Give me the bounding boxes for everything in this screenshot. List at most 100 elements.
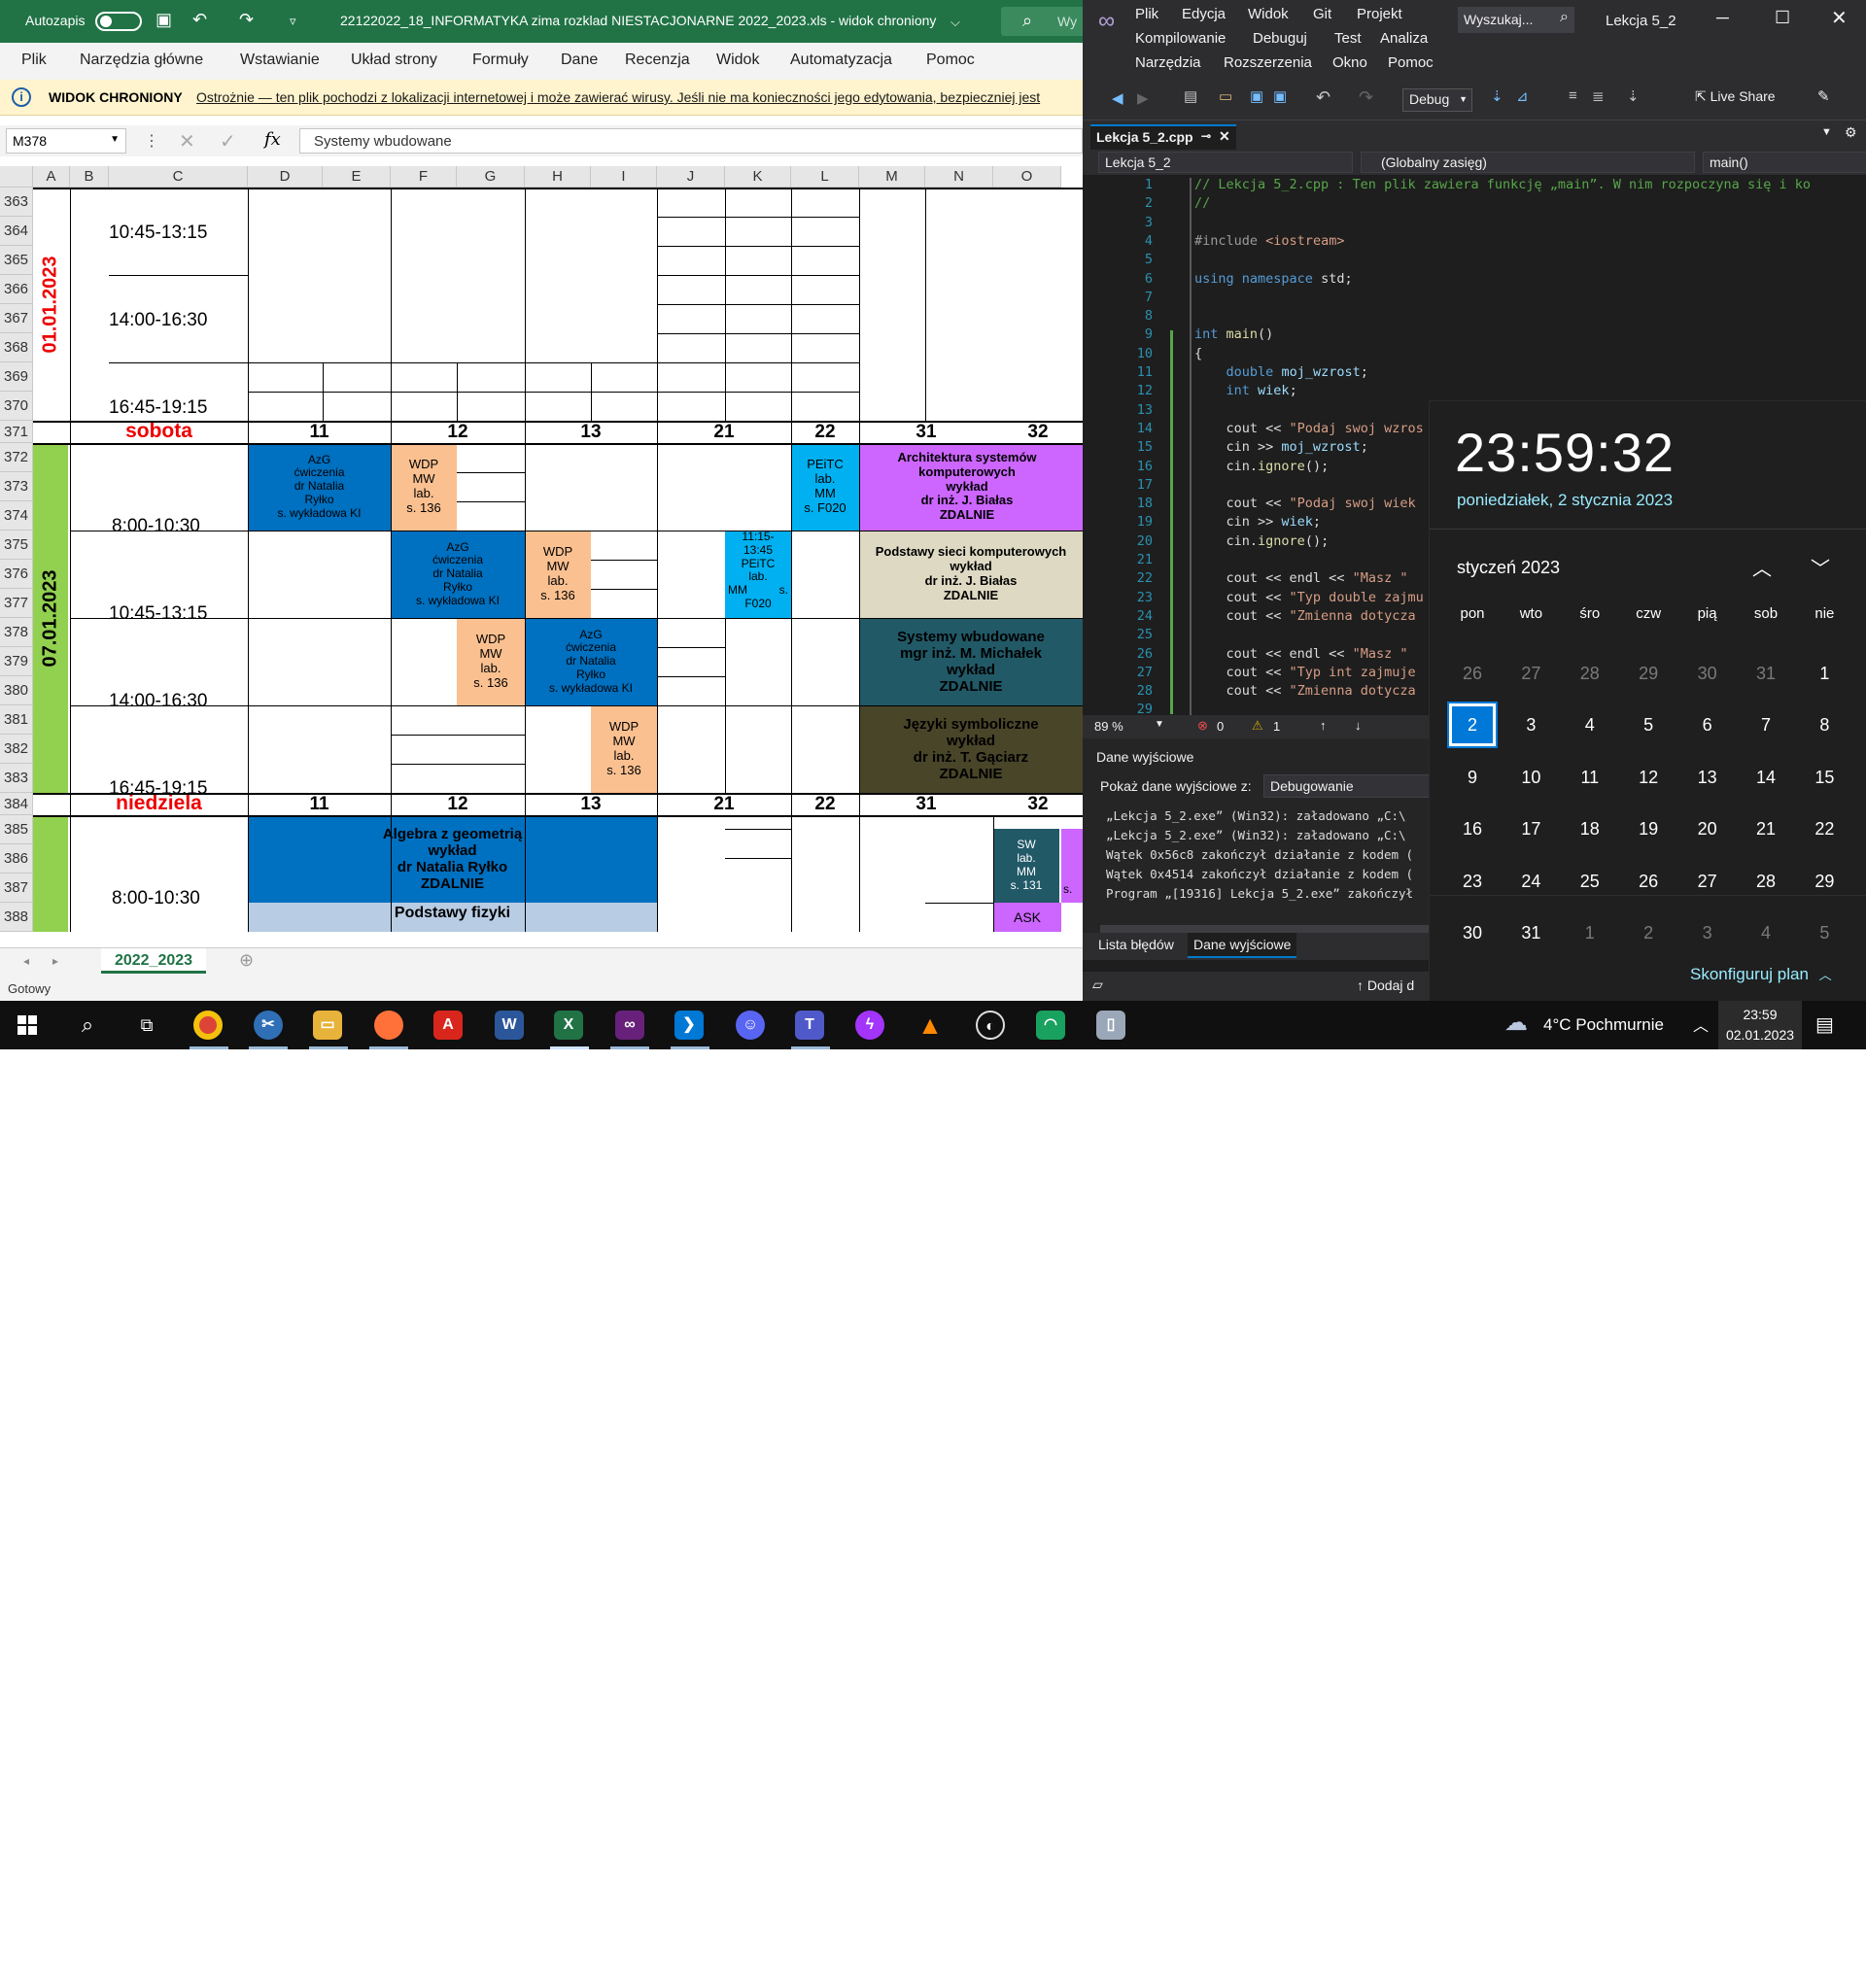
chrome-icon[interactable] xyxy=(193,1011,223,1040)
column-header[interactable]: A xyxy=(33,166,70,188)
calendar-day[interactable]: 31 xyxy=(1737,652,1795,695)
project-dropdown[interactable]: Lekcja 5_2 xyxy=(1098,152,1353,173)
row-header[interactable]: 377 xyxy=(0,589,33,618)
calendar-day[interactable]: 4 xyxy=(1737,911,1795,954)
column-header[interactable]: C xyxy=(109,166,248,188)
code-line[interactable]: // Lekcja 5_2.cpp : Ten plik zawiera fun… xyxy=(1194,177,1811,192)
code-line[interactable]: cin.ignore(); xyxy=(1194,533,1330,549)
back-icon[interactable]: ◀ xyxy=(1112,89,1123,107)
name-box[interactable]: M378 ▼ xyxy=(6,128,126,154)
enter-icon[interactable]: ✓ xyxy=(220,129,236,154)
taskbar-clock[interactable]: 23:59 02.01.2023 xyxy=(1718,1001,1802,1049)
pin-icon[interactable]: ⊸ xyxy=(1201,129,1211,143)
error-icon[interactable]: ⊗ xyxy=(1197,718,1208,734)
spreadsheet-grid[interactable]: A B C D E F G H I J K L M N O 363 364 365 3… xyxy=(0,166,1083,947)
step-icon[interactable]: ⇣ xyxy=(1491,87,1503,105)
code-line[interactable]: int wiek; xyxy=(1194,383,1297,398)
ribbon-tab-data[interactable]: Dane xyxy=(561,51,598,69)
column-header[interactable]: F xyxy=(391,166,457,188)
breakpoint-tool-icon[interactable]: ⊿ xyxy=(1516,87,1529,105)
calendar-day[interactable]: 20 xyxy=(1678,807,1737,850)
close-icon[interactable]: ✕ xyxy=(1219,128,1230,145)
file-explorer-icon[interactable]: ▭ xyxy=(313,1011,342,1040)
chevron-up-icon[interactable]: ︿ xyxy=(1752,553,1772,581)
code-line[interactable]: int main() xyxy=(1194,326,1273,342)
chevron-down-icon[interactable]: ▼ xyxy=(1821,126,1832,138)
code-line[interactable]: double moj_wzrost; xyxy=(1194,364,1368,380)
class-cell[interactable]: Algebra z geometrią wykład dr Natalia Ry… xyxy=(248,815,657,903)
app-green-icon[interactable]: ◠ xyxy=(1036,1011,1065,1040)
vscode-icon[interactable]: ❯ xyxy=(674,1011,704,1040)
row-header[interactable]: 369 xyxy=(0,362,33,392)
code-line[interactable]: cout << endl << "Masz " xyxy=(1194,570,1416,586)
calendar-day[interactable]: 28 xyxy=(1561,652,1619,695)
class-cell[interactable]: Języki symboliczne wykład dr inż. T. Gąc… xyxy=(859,705,1083,793)
calendar-day[interactable]: 11 xyxy=(1561,756,1619,799)
code-line[interactable]: cin >> wiek; xyxy=(1194,514,1322,530)
column-header[interactable]: H xyxy=(525,166,591,188)
horizontal-scrollbar[interactable] xyxy=(1100,925,1431,933)
row-header[interactable]: 386 xyxy=(0,844,33,874)
class-cell[interactable]: ASK xyxy=(993,903,1061,932)
scroll-left-icon[interactable]: ◂ xyxy=(23,954,29,968)
calendar-day[interactable]: 5 xyxy=(1795,911,1853,954)
column-header[interactable]: G xyxy=(457,166,525,188)
excel-file-title[interactable]: 22122022_18_INFORMATYKA zima rozklad NIE… xyxy=(340,13,936,28)
code-line[interactable]: // xyxy=(1194,195,1210,211)
chevron-up-icon[interactable]: ︿ xyxy=(1693,1012,1709,1036)
row-header[interactable]: 368 xyxy=(0,333,33,362)
row-header[interactable]: 367 xyxy=(0,304,33,333)
class-cell[interactable]: WDP MW lab. s. 136 xyxy=(391,443,457,531)
vs-search-box[interactable]: Wyszukaj... ⌕ xyxy=(1458,7,1574,33)
calendar-day[interactable]: 10 xyxy=(1502,756,1560,799)
search-icon[interactable]: ⌕ xyxy=(73,1011,102,1040)
calendar-day[interactable]: 2 xyxy=(1619,911,1677,954)
class-cell[interactable]: AzG ćwiczenia dr Natalia Ryłko s. wykład… xyxy=(525,618,657,705)
vs-menu-window[interactable]: Okno xyxy=(1332,54,1367,71)
row-header[interactable]: 380 xyxy=(0,676,33,705)
class-cell[interactable]: WDP MW lab. s. 136 xyxy=(457,618,525,705)
chevron-down-icon[interactable]: ﹀ xyxy=(1811,553,1830,581)
autosave-toggle[interactable] xyxy=(95,12,142,31)
row-header[interactable]: 387 xyxy=(0,874,33,903)
acrobat-icon[interactable]: A xyxy=(433,1011,463,1040)
group-number[interactable]: 12 xyxy=(391,421,525,443)
group-number[interactable]: 22 xyxy=(791,793,859,815)
insert-function-icon[interactable]: fx xyxy=(264,129,281,150)
column-header[interactable]: K xyxy=(725,166,791,188)
group-number[interactable]: 21 xyxy=(657,421,791,443)
ribbon-tab-formulas[interactable]: Formuły xyxy=(472,51,529,69)
arrow-up-icon[interactable]: ↑ xyxy=(1320,718,1327,733)
more-options-icon[interactable]: ⋮ xyxy=(144,131,159,151)
sheet-tab-active[interactable]: 2022_2023 xyxy=(101,948,206,974)
class-cell[interactable]: PEiTC lab. MM s. F020 xyxy=(791,443,859,531)
column-header[interactable]: N xyxy=(925,166,993,188)
ribbon-tab-view[interactable]: Widok xyxy=(716,51,759,69)
date-cell[interactable] xyxy=(33,815,68,932)
row-header[interactable]: 373 xyxy=(0,472,33,501)
calendar-day[interactable]: 8 xyxy=(1795,703,1853,746)
column-header[interactable]: J xyxy=(657,166,725,188)
tab-lekcja-cpp[interactable]: Lekcja 5_2.cpp ⊸ ✕ xyxy=(1090,124,1236,150)
notification-icon[interactable]: ▱ xyxy=(1092,977,1103,993)
chevron-down-icon[interactable]: ⌵ xyxy=(950,15,960,30)
ribbon-tab-file[interactable]: Plik xyxy=(21,51,47,69)
group-number[interactable]: 11 xyxy=(248,421,391,443)
teams-icon[interactable]: T xyxy=(795,1011,824,1040)
calendar-day[interactable]: 1 xyxy=(1561,911,1619,954)
indent-icon[interactable]: ≡ xyxy=(1569,87,1577,104)
member-dropdown[interactable]: main() xyxy=(1703,152,1866,173)
open-folder-icon[interactable]: ▭ xyxy=(1219,87,1232,105)
code-line[interactable]: cout << "Podaj swoj wiek xyxy=(1194,496,1416,511)
day-name[interactable]: sobota xyxy=(70,421,248,443)
save-icon[interactable]: ▣ xyxy=(1250,87,1263,105)
row-header[interactable]: 384 xyxy=(0,793,33,815)
group-number[interactable]: 31 xyxy=(859,421,993,443)
configure-plan-link[interactable]: Skonfiguruj plan ︿ xyxy=(1690,965,1832,984)
row-header[interactable]: 371 xyxy=(0,421,33,443)
calendar-month[interactable]: styczeń 2023 xyxy=(1457,558,1560,578)
calendar-day[interactable]: 1 xyxy=(1795,652,1853,695)
column-header[interactable]: E xyxy=(323,166,391,188)
row-header[interactable]: 382 xyxy=(0,735,33,764)
ribbon-tab-automate[interactable]: Automatyzacja xyxy=(790,51,892,69)
